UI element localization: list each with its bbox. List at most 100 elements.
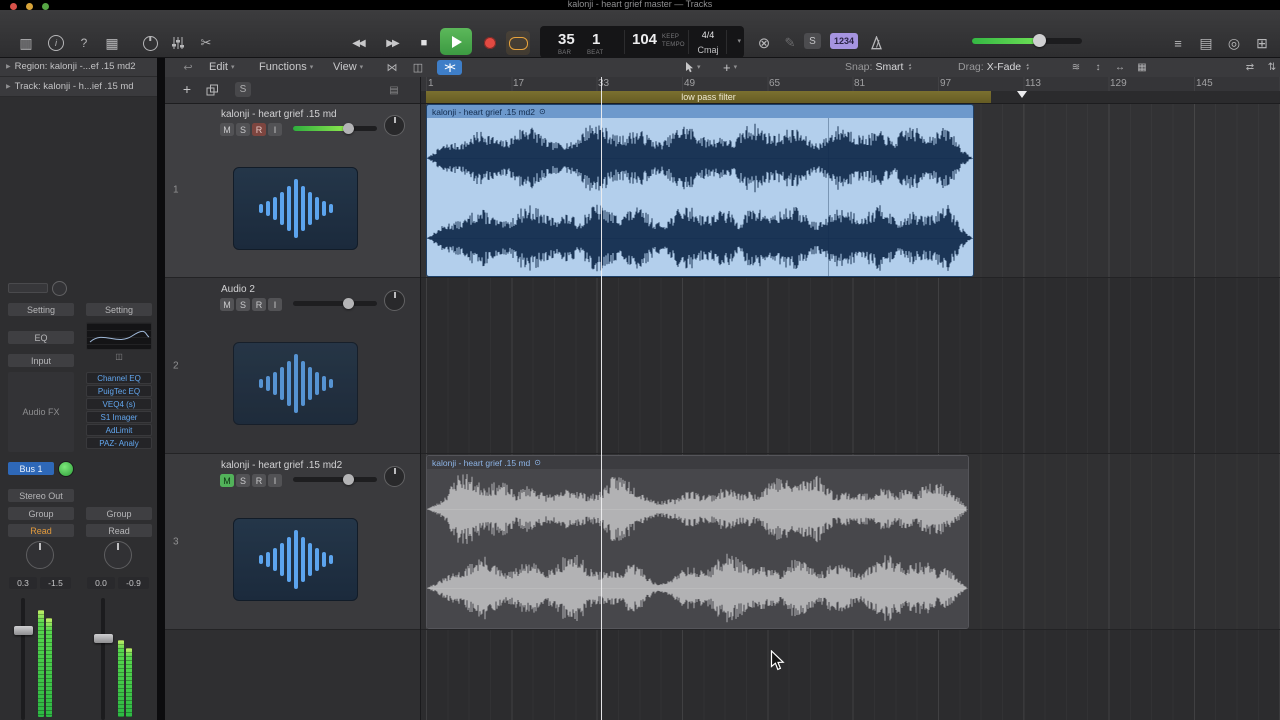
solo-button[interactable]: S [236,474,250,487]
waveform-zoom-icon[interactable]: ≋ [1067,59,1085,75]
region-header[interactable]: kalonji - heart grief .15 md2 ⊙ [427,105,973,118]
toolbar-toggle-button[interactable]: ▦ [100,31,124,55]
record-enable-button[interactable]: R [252,298,266,311]
gain-knob[interactable] [52,281,67,296]
note-pads-button[interactable]: ▤ [1194,31,1218,55]
marquee-tool-icon[interactable]: ◫ [409,59,427,75]
count-in-button[interactable]: 1234 [830,33,858,49]
track-lane[interactable] [421,278,1280,454]
solo-button[interactable]: S [236,298,250,311]
track-pan-knob[interactable] [384,115,405,136]
crossfade-tool-icon[interactable]: ⋈ [383,59,401,75]
secondary-tool-menu[interactable]: + ▾ [723,57,737,77]
plugin-slot[interactable]: PAZ- Analy [86,437,152,449]
track-header[interactable]: 2 Audio 2 M S R I [165,278,420,454]
zoom-presets-icon[interactable]: ▦ [1133,59,1151,75]
track-volume-slider[interactable] [293,474,377,485]
automation-mode-button[interactable]: Read [8,524,74,537]
add-track-button[interactable]: + [178,81,196,97]
pan-value[interactable]: 0.0 [87,577,115,589]
pan-knob[interactable] [104,541,132,569]
plugin-slot[interactable]: AdLimit [86,424,152,436]
audio-region-selected[interactable]: kalonji - heart grief .15 md2 ⊙ [426,104,974,277]
low-latency-button[interactable]: ✎ [778,31,802,55]
channel-setting-button[interactable]: Setting [8,303,74,316]
duplicate-track-button[interactable] [203,82,221,98]
send-level-knob[interactable] [58,461,74,477]
channel-input-button[interactable]: Input [8,354,74,367]
solo-mode-button[interactable]: S [804,33,821,49]
playhead-handle[interactable] [1017,91,1027,98]
plugin-slot[interactable]: VEQ4 (s) [86,398,152,410]
track-pan-knob[interactable] [384,290,405,311]
automation-mode-button[interactable]: Read [86,524,152,537]
eq-thumbnail[interactable] [86,322,152,350]
stop-button[interactable]: ■ [412,31,436,55]
quick-help-button[interactable]: ? [72,31,96,55]
mute-button[interactable]: M [220,298,234,311]
tools-button[interactable]: ✂ [194,31,218,55]
output-button[interactable]: Stereo Out [8,489,74,502]
track-name[interactable]: kalonji - heart grief .15 md2 [221,460,342,471]
input-monitor-button[interactable]: I [268,123,282,136]
bar-ruler[interactable]: 1 17 33 49 65 81 97 113 129 145 low pass… [420,77,1280,104]
plugin-slot[interactable]: PuigTec EQ [86,385,152,397]
edit-menu[interactable]: Edit ▾ [209,57,234,77]
group-button[interactable]: Group [8,507,74,520]
record-enable-button[interactable]: R [252,123,266,136]
track-name[interactable]: Audio 2 [221,284,255,295]
play-button[interactable] [440,28,472,55]
vertical-zoom-slider-icon[interactable]: ⇅ [1263,59,1280,75]
record-enable-button[interactable]: R [252,474,266,487]
track-volume-slider[interactable] [293,298,377,309]
mixer-button[interactable] [166,31,190,55]
input-monitor-button[interactable]: I [268,474,282,487]
mute-button[interactable]: M [220,474,234,487]
list-editors-button[interactable]: ≡ [1166,31,1190,55]
volume-fader[interactable] [94,634,113,643]
group-button[interactable]: Group [86,507,152,520]
master-volume-slider[interactable] [972,34,1082,47]
inspector-button[interactable]: i [44,31,68,55]
functions-menu[interactable]: Functions ▾ [259,57,313,77]
cycle-button[interactable] [506,31,530,55]
track-header[interactable]: 3 kalonji - heart grief .15 md2 M S R I [165,454,420,630]
audio-region-muted[interactable]: kalonji - heart grief .15 md ⊙ [426,455,969,629]
midi-fx-slot-icon[interactable]: ◫ [86,351,152,361]
region-header[interactable]: kalonji - heart grief .15 md ⊙ [427,456,968,469]
view-menu[interactable]: View ▾ [333,57,363,77]
drag-menu[interactable]: Drag: X-Fade ▴ ▾ [958,57,1029,77]
mute-button[interactable]: M [220,123,234,136]
volume-fader[interactable] [14,626,33,635]
input-monitor-button[interactable]: I [268,298,282,311]
record-button[interactable] [478,31,502,55]
horizontal-auto-zoom-icon[interactable]: ↔ [1111,59,1129,75]
library-button[interactable]: ▥ [14,31,38,55]
browsers-button[interactable]: ⊞ [1250,31,1274,55]
forward-button[interactable]: ▶▶ [380,31,404,55]
nudge-back-icon[interactable]: ↩ [179,59,197,75]
track-header-config-icon[interactable]: ▤ [385,82,403,98]
audio-fx-slot[interactable]: Audio FX [8,372,74,452]
region-inspector-header[interactable]: ▶ Region: kalonji -...ef .15 md2 [0,57,157,77]
marker-low-pass-filter[interactable]: low pass filter [426,91,991,103]
snap-menu[interactable]: Snap: Smart ▴ ▾ [845,57,911,77]
plugin-slot[interactable]: S1 Imager [86,411,152,423]
global-solo-button[interactable]: S [235,82,251,97]
pan-knob[interactable] [26,541,54,569]
vertical-auto-zoom-icon[interactable]: ↕ [1089,59,1107,75]
playhead[interactable] [601,77,602,720]
pan-value[interactable]: 0.3 [9,577,37,589]
rewind-button[interactable]: ◀◀ [346,31,370,55]
track-name[interactable]: kalonji - heart grief .15 md [221,109,337,120]
track-inspector-header[interactable]: ▶ Track: kalonji - h...ief .15 md [0,77,157,97]
channel-eq-button[interactable]: EQ [8,331,74,344]
track-header[interactable]: 1 kalonji - heart grief .15 md M S R I [165,103,420,278]
solo-button[interactable]: S [236,123,250,136]
lcd-chevron-icon[interactable]: ▾ [737,37,741,45]
volume-value[interactable]: -1.5 [40,577,71,589]
master-volume-knob[interactable] [1033,34,1047,47]
lcd-display[interactable]: 35 1 BAR BEAT 104 KEEP TEMPO 4/4 Cmaj ▾ [540,26,744,58]
channel-setting-button[interactable]: Setting [86,303,152,316]
horizontal-zoom-slider-icon[interactable]: ⇄ [1241,59,1259,75]
